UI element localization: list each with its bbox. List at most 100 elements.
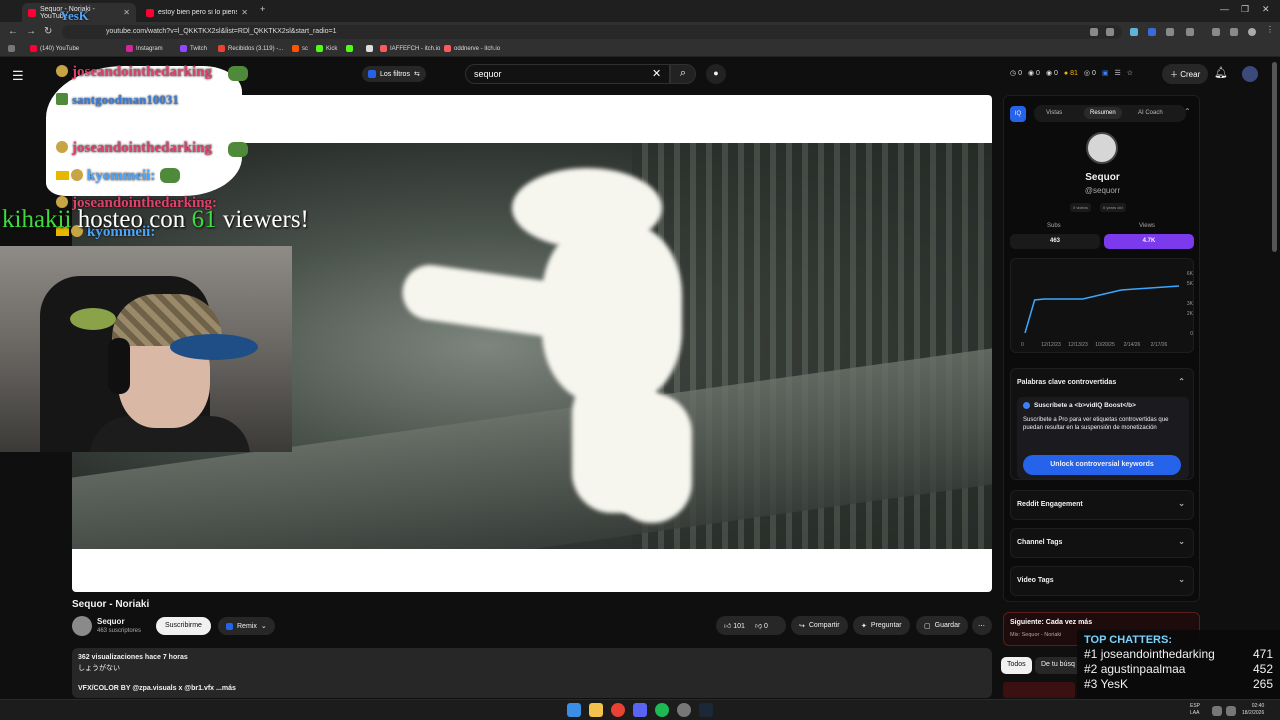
webcam-overlay xyxy=(0,246,292,452)
channel-age: 0 years old xyxy=(1100,203,1126,212)
profile-avatar[interactable] xyxy=(1248,28,1256,36)
vidiq-stats-bar[interactable]: ◷ 0 ◉ 0 ◉ 0 ● 81 ◎ 0 ▣ ☰ ☆ xyxy=(1010,69,1133,78)
bookmark-kick-icon[interactable] xyxy=(346,45,353,52)
network-icon[interactable] xyxy=(1212,706,1222,716)
more-link[interactable]: ...más xyxy=(216,685,236,692)
apps-icon[interactable] xyxy=(8,45,15,52)
chat-line: joseandointhedarking xyxy=(56,64,212,81)
more-actions-button[interactable]: ⋯ xyxy=(972,616,992,635)
youtube-favicon-icon xyxy=(146,8,154,17)
extensions-puzzle-icon[interactable] xyxy=(1186,28,1194,36)
chevron-up-icon[interactable]: ⌃ xyxy=(1184,107,1191,116)
back-icon[interactable]: ← xyxy=(8,26,18,37)
menu-dots-icon[interactable]: ⋮ xyxy=(1266,25,1274,34)
maximize-icon[interactable]: ❐ xyxy=(1241,4,1249,15)
forward-icon[interactable]: → xyxy=(26,26,36,37)
language-indicator[interactable]: ESP LAA xyxy=(1190,703,1200,717)
url-field[interactable]: youtube.com/watch?v=l_QKKTKX2sl&list=RDl… xyxy=(62,25,1122,39)
upsell-body: Suscríbete a Pro para ver etiquetas cont… xyxy=(1023,417,1169,431)
spotify-icon[interactable] xyxy=(655,703,669,717)
bookmark-gmail[interactable]: Recibidos (3.119) -... xyxy=(218,45,283,52)
description-box[interactable]: 362 visualizaciones hace 7 horas しょうがない … xyxy=(72,648,992,698)
close-icon[interactable]: ✕ xyxy=(123,8,130,17)
notifications-bell-icon[interactable]: 🔔︎ xyxy=(1214,66,1228,79)
bookmark-youtube[interactable]: (140) YouTube xyxy=(30,45,79,52)
list-icon: ☰ xyxy=(1114,70,1121,77)
like-dislike-group: 👍︎ 101 👎︎ 0 xyxy=(716,616,786,635)
remix-button[interactable]: Remix ⌄ xyxy=(218,617,275,635)
y-tick-label: 5K xyxy=(1187,281,1194,287)
extension-icon[interactable] xyxy=(1166,28,1174,36)
bookmark-itch-iaffefch[interactable]: IAFFEFCH - itch.io xyxy=(380,45,440,52)
discord-icon[interactable] xyxy=(633,703,647,717)
minimize-icon[interactable]: — xyxy=(1220,4,1229,14)
badge-icon xyxy=(71,169,83,181)
share-button[interactable]: ↪ Compartir xyxy=(791,616,848,635)
clock[interactable]: 02:40 18/2/2026 xyxy=(1242,703,1264,717)
x-tick-label: 12/13/23 xyxy=(1068,342,1088,348)
search-input[interactable]: sequor xyxy=(465,64,670,84)
sidebar-icon[interactable] xyxy=(1230,28,1238,36)
subscribe-button[interactable]: Suscribirme xyxy=(156,617,211,635)
create-button[interactable]: ＋ Crear xyxy=(1162,64,1209,84)
tab-vistas[interactable]: Vistas xyxy=(1046,110,1062,116)
tab-other[interactable]: estoy bien pero si lo pienso me ✕ xyxy=(140,3,254,22)
channel-tags-card[interactable]: Channel Tags ⌄ xyxy=(1010,528,1194,558)
views-chart-svg: 6K 5K 3K 2K 0 0 12/12/23 12/13/23 10/20/25 2/14/2… xyxy=(1021,271,1194,348)
bookmark-twitch[interactable]: Twitch xyxy=(180,45,207,52)
extension-icon[interactable] xyxy=(1130,28,1138,36)
page-scrollbar[interactable] xyxy=(1272,62,1277,252)
vidiq-icon xyxy=(1023,402,1030,409)
bookmark-instagram[interactable]: Instagram xyxy=(126,45,163,52)
bookmark-icon: ▢ xyxy=(924,622,931,630)
ask-button[interactable]: ✦ Preguntar xyxy=(853,616,910,635)
voice-search-button[interactable]: ● xyxy=(706,64,726,84)
bookmark-kick[interactable]: Kick xyxy=(316,45,337,52)
stat-value: ◎ 0 xyxy=(1083,70,1096,77)
stat-value: ◷ 0 xyxy=(1010,70,1022,77)
new-tab-button[interactable]: + xyxy=(260,4,265,14)
x-tick-label: 0 xyxy=(1021,342,1024,348)
download-icon[interactable] xyxy=(1212,28,1220,36)
save-button[interactable]: ▢ Guardar xyxy=(916,616,969,635)
file-explorer-icon[interactable] xyxy=(589,703,603,717)
like-button[interactable]: 👍︎ 101 xyxy=(724,621,745,630)
views-chart: 6K 5K 3K 2K 0 0 12/12/23 12/13/23 10/20/25 2/14/2… xyxy=(1010,258,1194,353)
chevron-up-icon[interactable]: ⌃ xyxy=(1178,377,1185,386)
star-icon[interactable] xyxy=(1106,28,1114,36)
close-icon[interactable]: ✕ xyxy=(241,8,248,17)
reload-icon[interactable]: ↻ xyxy=(44,26,52,37)
volume-icon[interactable] xyxy=(1226,706,1236,716)
recommended-thumbnail[interactable] xyxy=(1003,682,1075,698)
cap-visor xyxy=(170,334,258,360)
search-button[interactable]: ⌕ xyxy=(670,64,696,84)
extension-icon[interactable] xyxy=(1090,28,1098,36)
extension-icon[interactable] xyxy=(1148,28,1156,36)
vidiq-filters-button[interactable]: Los filtros ⇆ xyxy=(362,66,426,82)
bookmark-itch-oddnerve[interactable]: oddnerve - itch.io xyxy=(444,45,500,52)
vidiq-channel-handle: @sequorr xyxy=(1084,186,1121,195)
url-text: youtube.com/watch?v=l_QKKTKX2sl&list=RDl… xyxy=(106,28,337,35)
video-tags-card[interactable]: Video Tags ⌄ xyxy=(1010,566,1194,596)
bookmark-sc[interactable]: sc xyxy=(292,45,308,52)
unlock-keywords-button[interactable]: Unlock controversial keywords xyxy=(1023,455,1181,475)
windows-start-icon[interactable] xyxy=(567,703,581,717)
chip-all[interactable]: Todos xyxy=(1001,657,1032,674)
chrome-icon[interactable] xyxy=(611,703,625,717)
obs-icon[interactable] xyxy=(677,703,691,717)
clear-search-icon[interactable]: ✕ xyxy=(652,67,661,80)
close-window-icon[interactable]: ✕ xyxy=(1262,4,1270,15)
tab-ai-coach[interactable]: AI Coach xyxy=(1138,110,1163,116)
next-up-subtitle: Mix: Sequor - Noriaki xyxy=(1010,632,1062,638)
hamburger-menu-icon[interactable]: ☰ xyxy=(12,68,24,84)
tab-resumen[interactable]: Resumen xyxy=(1084,107,1122,119)
steam-icon[interactable] xyxy=(699,703,713,717)
bookmark-generic[interactable] xyxy=(366,45,373,52)
channel-name[interactable]: Sequor xyxy=(97,617,125,626)
account-avatar[interactable] xyxy=(1242,66,1258,82)
vidiq-icon: ▣ xyxy=(1101,70,1109,77)
channel-avatar[interactable] xyxy=(72,616,92,636)
chip-from-search[interactable]: De tu búsq xyxy=(1035,657,1081,674)
reddit-engagement-card[interactable]: Reddit Engagement ⌄ xyxy=(1010,490,1194,520)
dislike-button[interactable]: 👎︎ 0 xyxy=(755,621,768,630)
